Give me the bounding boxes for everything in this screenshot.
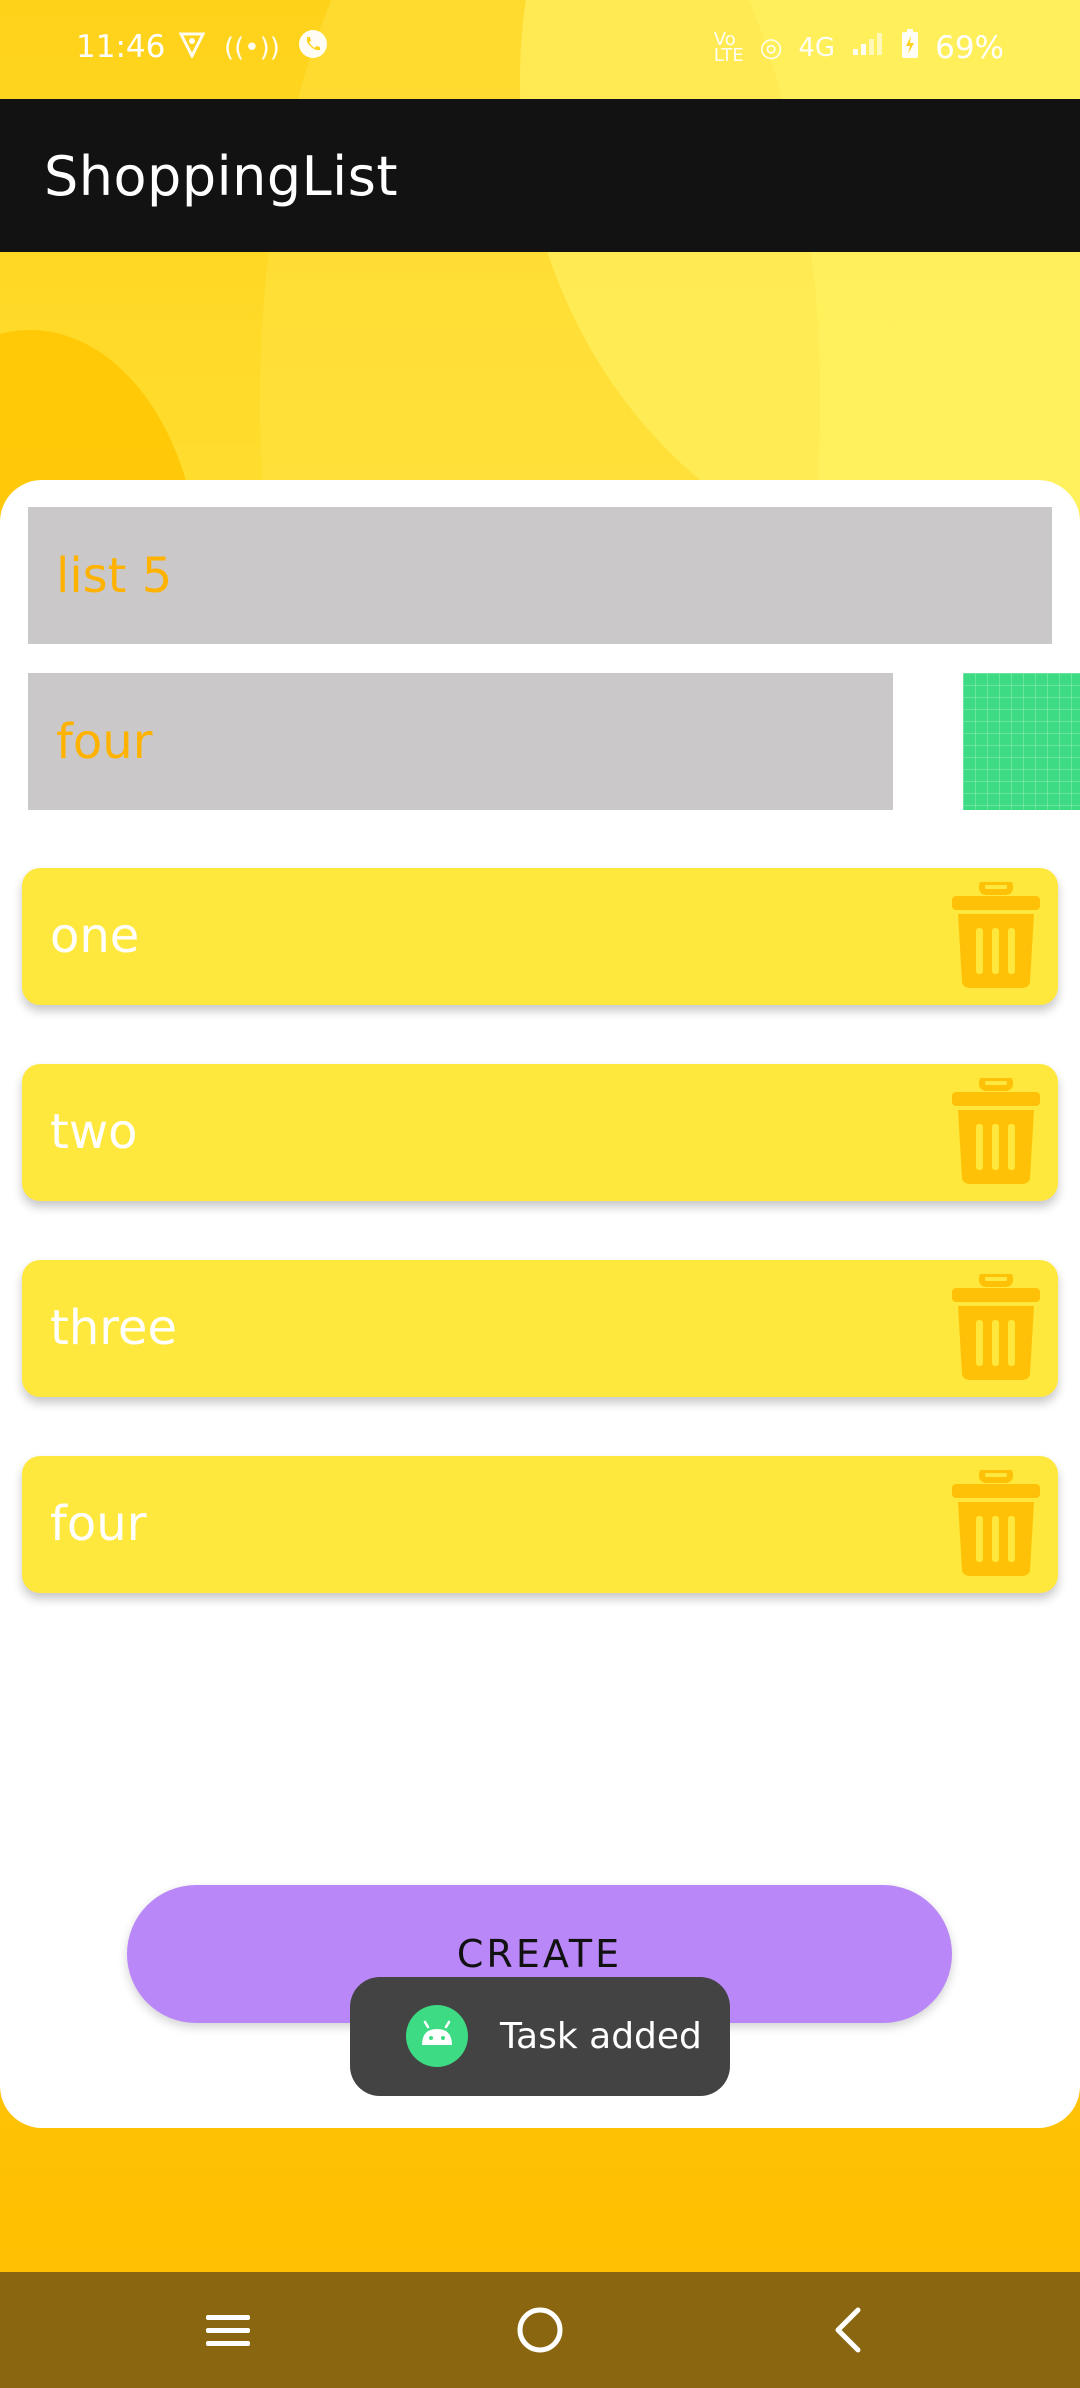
app-title: ShoppingList xyxy=(44,145,398,208)
location-shield-icon xyxy=(178,30,206,65)
hotspot-icon: ((•)) xyxy=(224,32,280,63)
item-name-input[interactable]: four xyxy=(28,673,893,810)
list-item-label: three xyxy=(50,1300,177,1356)
volte-icon: Vo LTE xyxy=(713,28,744,66)
list-item-label: two xyxy=(50,1104,138,1160)
list-item: one xyxy=(22,868,1058,1005)
hotspot-signal-icon: ◎ xyxy=(759,32,783,63)
list-name-input[interactable]: list 5 xyxy=(28,507,1052,644)
system-nav-bar xyxy=(0,2272,1080,2388)
signal-icon xyxy=(851,31,885,64)
trash-icon[interactable] xyxy=(952,882,1040,988)
create-button-label: CREATE xyxy=(456,1932,623,1976)
trash-icon[interactable] xyxy=(952,1274,1040,1380)
android-icon xyxy=(406,2005,468,2067)
status-time: 11:46 xyxy=(76,29,166,65)
list-item: three xyxy=(22,1260,1058,1397)
back-icon[interactable] xyxy=(818,2298,882,2362)
app-toolbar: ShoppingList xyxy=(0,99,1080,252)
toast-message: Task added xyxy=(500,2016,702,2057)
status-bar: 11:46 ((•)) Vo LTE ◎ 4G 69% xyxy=(0,0,1080,99)
battery-percent: 69% xyxy=(935,29,1004,66)
network-type-icon: 4G xyxy=(798,32,836,63)
list-item-label: one xyxy=(50,908,140,964)
call-icon xyxy=(298,29,328,66)
recents-icon[interactable] xyxy=(196,2298,260,2362)
list-item: four xyxy=(22,1456,1058,1593)
home-icon[interactable] xyxy=(508,2298,572,2362)
charging-icon xyxy=(901,29,919,66)
list-item: two xyxy=(22,1064,1058,1201)
add-item-button[interactable] xyxy=(963,673,1080,810)
trash-icon[interactable] xyxy=(952,1078,1040,1184)
trash-icon[interactable] xyxy=(952,1470,1040,1576)
list-item-label: four xyxy=(50,1496,147,1552)
toast: Task added xyxy=(350,1977,730,2096)
